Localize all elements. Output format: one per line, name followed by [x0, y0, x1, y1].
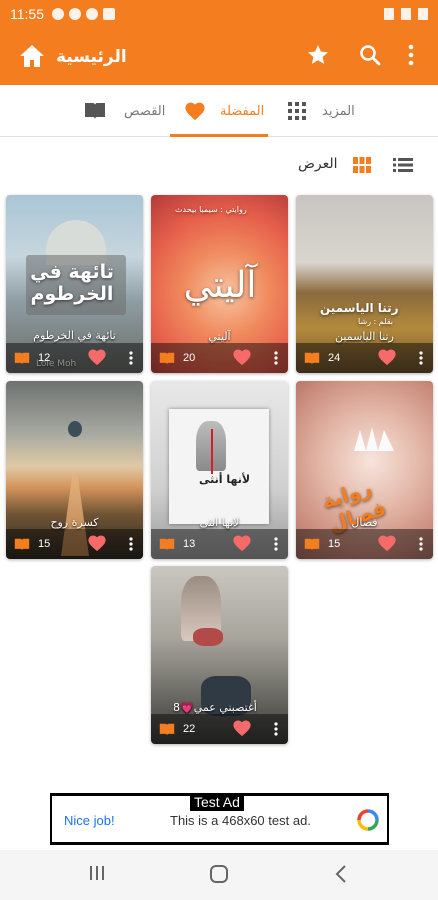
- home-button-icon[interactable]: [209, 864, 229, 884]
- book-icon: [14, 538, 30, 551]
- card-overflow-icon[interactable]: [418, 351, 424, 365]
- notification-icon: [52, 8, 64, 20]
- active-tab-indicator: [170, 134, 268, 137]
- favorite-heart-icon[interactable]: [377, 534, 397, 552]
- cover-subtitle: روايتي : سيمبا بيحدث: [175, 205, 247, 214]
- tab-stories[interactable]: القصص: [84, 85, 165, 137]
- book-icon: [14, 352, 30, 365]
- notification-icon: [69, 8, 81, 20]
- story-title: أغتصبني عمي💗8: [173, 701, 257, 714]
- chapter-count: 13: [183, 538, 196, 550]
- cover-title: آليتي: [183, 265, 257, 306]
- story-card[interactable]: روايتي : سيمبا بيحدث آليتي آليتي 20: [151, 195, 288, 373]
- favorite-heart-icon[interactable]: [87, 534, 107, 552]
- ad-tag: Test Ad: [190, 793, 244, 811]
- card-overflow-icon[interactable]: [128, 351, 134, 365]
- story-title: كسرة روح: [50, 516, 99, 529]
- system-nav-bar: [0, 850, 438, 900]
- cover-title: رتنا الياسمين: [320, 301, 399, 315]
- card-overflow-icon[interactable]: [273, 351, 279, 365]
- chapter-count: 12: [38, 352, 51, 364]
- view-label: العرض: [298, 156, 338, 172]
- tab-label: المزيد: [322, 103, 355, 119]
- signal-icon: [401, 8, 411, 20]
- image-icon: [103, 8, 115, 20]
- battery-icon: [418, 8, 428, 20]
- story-title: تائهة في الخرطوم: [33, 329, 116, 342]
- app-bar: الرئيسية: [0, 28, 438, 85]
- story-card[interactable]: كسرة روح 15: [6, 381, 143, 559]
- favorites-star-icon[interactable]: [306, 43, 330, 67]
- tab-label: القصص: [124, 103, 166, 119]
- ad-logo-icon: [357, 809, 379, 831]
- book-icon: [304, 352, 320, 365]
- story-title: لانها انثى: [199, 516, 240, 529]
- ad-banner[interactable]: Test Ad Nice job! This is a 468x60 test …: [50, 793, 389, 845]
- chapter-count: 20: [183, 352, 196, 364]
- book-icon: [85, 103, 105, 119]
- tab-label: المفضلة: [220, 103, 265, 119]
- card-overflow-icon[interactable]: [128, 537, 134, 551]
- story-card[interactable]: لأنها أنثى لانها انثى 13: [151, 381, 288, 559]
- list-view-icon[interactable]: [393, 158, 413, 172]
- story-title: رتنا الياسمين: [335, 330, 394, 343]
- grid-icon: [288, 102, 306, 120]
- notification-icon: [86, 8, 98, 20]
- home-icon[interactable]: [18, 43, 46, 69]
- recents-icon[interactable]: [88, 864, 106, 882]
- story-card[interactable]: رتنا الياسمين بقلم : رشا رتنا الياسمين 2…: [296, 195, 433, 373]
- cover-author: بقلم : رشا: [358, 317, 394, 326]
- system-icons: [384, 8, 428, 20]
- favorite-heart-icon[interactable]: [232, 534, 252, 552]
- story-title: فصال: [351, 516, 378, 529]
- story-title: آليتي: [208, 330, 231, 343]
- card-overflow-icon[interactable]: [273, 722, 279, 736]
- favorite-heart-icon[interactable]: [87, 348, 107, 366]
- story-card[interactable]: أغتصبني عمي💗8 22: [151, 566, 288, 744]
- chapter-count: 15: [38, 538, 51, 550]
- story-card[interactable]: رواية فصال فصال 15: [296, 381, 433, 559]
- tab-more[interactable]: المزيد: [288, 85, 355, 137]
- card-overflow-icon[interactable]: [418, 537, 424, 551]
- view-toggle-row: العرض: [0, 150, 438, 180]
- favorite-heart-icon[interactable]: [232, 348, 252, 366]
- back-icon[interactable]: [334, 864, 348, 884]
- chapter-count: 24: [328, 352, 341, 364]
- book-icon: [159, 723, 175, 736]
- heart-icon: [185, 102, 205, 121]
- search-icon[interactable]: [358, 43, 382, 67]
- book-icon: [304, 538, 320, 551]
- book-icon: [159, 352, 175, 365]
- tab-favorites[interactable]: المفضلة: [184, 85, 264, 137]
- card-overflow-icon[interactable]: [273, 537, 279, 551]
- book-icon: [159, 538, 175, 551]
- chapter-count: 22: [183, 723, 196, 735]
- favorite-heart-icon[interactable]: [232, 719, 252, 737]
- story-card[interactable]: تائهة في الخرطوم Lole Moh تائهة في الخرط…: [6, 195, 143, 373]
- notification-icons: [52, 8, 115, 20]
- tab-bar: المزيد المفضلة القصص: [0, 85, 438, 137]
- page-title: الرئيسية: [56, 46, 127, 67]
- status-bar: 11:55: [0, 0, 438, 28]
- cover-title: تائهة في الخرطوم: [30, 261, 114, 305]
- chapter-count: 15: [328, 538, 341, 550]
- ad-nice-text: Nice job!: [64, 813, 115, 828]
- overflow-menu-icon[interactable]: [407, 43, 415, 67]
- wifi-icon: [384, 8, 394, 20]
- status-time: 11:55: [10, 6, 44, 22]
- cover-title: لأنها أنثى: [199, 473, 251, 486]
- grid-view-icon[interactable]: [353, 157, 371, 173]
- favorite-heart-icon[interactable]: [377, 348, 397, 366]
- ad-message: This is a 468x60 test ad.: [170, 813, 311, 828]
